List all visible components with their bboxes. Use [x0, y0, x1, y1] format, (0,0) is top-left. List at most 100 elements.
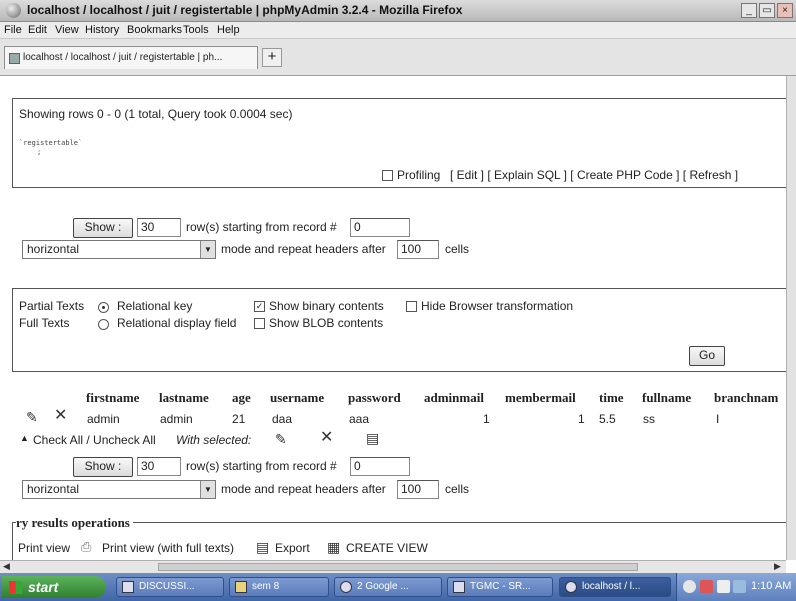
bulk-export-icon[interactable]: ▤ — [366, 431, 379, 445]
col-header-password[interactable]: password — [348, 390, 401, 406]
show-binary-checkbox[interactable]: ✓ — [254, 301, 265, 312]
cell-adminmail: 1 — [483, 412, 490, 426]
monitor-icon[interactable] — [733, 580, 746, 593]
cell-fullname: ss — [643, 412, 655, 426]
menu-bookmarks[interactable]: Bookmarks — [127, 24, 182, 36]
partial-texts-label: Partial Texts — [19, 299, 85, 313]
scroll-right-icon[interactable]: ▶ — [774, 561, 781, 572]
print-view-link[interactable]: Print view — [18, 541, 70, 555]
document-icon — [453, 581, 465, 593]
show-button-bottom[interactable]: Show : — [73, 457, 133, 477]
rows-per-page-input[interactable]: 30 — [137, 218, 181, 237]
windows-logo-icon — [9, 581, 22, 594]
menu-tools[interactable]: Tools — [183, 24, 209, 36]
chevron-down-icon: ▼ — [200, 481, 215, 498]
hide-transform-label: Hide Browser transformation — [421, 299, 574, 313]
show-button[interactable]: Show : — [73, 218, 133, 238]
cell-lastname: admin — [160, 412, 193, 426]
bulk-delete-x-icon[interactable]: ✕ — [320, 430, 333, 446]
minimize-button[interactable]: _ — [741, 3, 757, 18]
full-texts-label: Full Texts — [19, 316, 70, 330]
rows-label-bottom: row(s) starting from record # — [186, 459, 337, 473]
rows-label: row(s) starting from record # — [186, 220, 337, 234]
antivirus-icon[interactable] — [700, 580, 713, 593]
menu-history[interactable]: History — [85, 24, 119, 36]
taskbar-item-label: TGMC - SR... — [470, 581, 531, 592]
taskbar-item-sem8[interactable]: sem 8 — [229, 577, 329, 597]
col-header-branchname[interactable]: branchnam — [714, 390, 778, 406]
start-button[interactable]: start — [2, 576, 106, 598]
export-link[interactable]: Export — [275, 541, 310, 555]
mode-label: mode and repeat headers after — [221, 242, 386, 256]
chevron-down-icon: ▼ — [200, 241, 215, 258]
query-result-box: Showing rows 0 - 0 (1 total, Query took … — [12, 98, 786, 188]
browser-icon — [340, 581, 352, 593]
menu-view[interactable]: View — [55, 24, 79, 36]
network-icon[interactable] — [683, 580, 696, 593]
taskbar-item-tgmc[interactable]: TGMC - SR... — [447, 577, 553, 597]
horizontal-scrollbar[interactable]: ◀ ▶ — [0, 560, 786, 573]
hide-transform-checkbox[interactable] — [406, 301, 417, 312]
repeat-headers-input[interactable]: 100 — [397, 240, 439, 259]
show-blob-checkbox[interactable] — [254, 318, 265, 329]
bulk-edit-pencil-icon[interactable]: ✎ — [275, 432, 287, 446]
tab-registertable[interactable]: localhost / localhost / juit / registert… — [4, 46, 258, 69]
taskbar-item-label: sem 8 — [252, 581, 280, 592]
repeat-headers-input-bottom[interactable]: 100 — [397, 480, 439, 499]
cell-membermail: 1 — [578, 412, 585, 426]
cell-time: 5.5 — [599, 412, 616, 426]
menu-bar: File Edit View History Bookmarks Tools H… — [0, 22, 796, 39]
rows-per-page-input-bottom[interactable]: 30 — [137, 457, 181, 476]
taskbar-item-discussion[interactable]: DISCUSSI... — [116, 577, 224, 597]
start-label: start — [28, 579, 59, 595]
print-icon: ⎙ — [81, 539, 92, 554]
taskbar-item-google[interactable]: 2 Google ... — [334, 577, 442, 597]
menu-edit[interactable]: Edit — [28, 24, 47, 36]
vertical-scrollbar[interactable] — [786, 76, 796, 560]
create-view-link[interactable]: CREATE VIEW — [346, 541, 428, 555]
word-doc-icon — [122, 581, 134, 593]
menu-help[interactable]: Help — [217, 24, 240, 36]
col-header-membermail[interactable]: membermail — [505, 390, 576, 406]
go-button[interactable]: Go — [689, 346, 725, 366]
menu-file[interactable]: File — [4, 24, 22, 36]
taskbar-item-localhost[interactable]: localhost / l... — [559, 577, 671, 597]
phpmyadmin-favicon-icon — [9, 53, 20, 64]
restore-button[interactable]: ▭ — [759, 3, 775, 18]
start-record-input-bottom[interactable]: 0 — [350, 457, 410, 476]
relational-key-radio[interactable] — [98, 302, 109, 313]
col-header-adminmail[interactable]: adminmail — [424, 390, 484, 406]
profiling-label: Profiling — [397, 168, 441, 182]
new-tab-button[interactable]: + — [262, 48, 282, 67]
scrollbar-thumb[interactable] — [158, 563, 638, 571]
delete-x-icon[interactable]: ✕ — [54, 408, 67, 424]
window-title: localhost / localhost / juit / registert… — [27, 3, 463, 17]
volume-icon[interactable] — [717, 580, 730, 593]
col-header-fullname[interactable]: fullname — [642, 390, 691, 406]
display-mode-value: horizontal — [27, 242, 80, 256]
profiling-checkbox[interactable] — [382, 170, 393, 181]
col-header-time[interactable]: time — [599, 390, 624, 406]
show-binary-label: Show binary contents — [269, 299, 384, 313]
display-mode-select[interactable]: horizontal ▼ — [22, 240, 216, 259]
close-button[interactable]: × — [777, 3, 793, 18]
start-record-input[interactable]: 0 — [350, 218, 410, 237]
with-selected-label: With selected: — [176, 433, 252, 447]
check-all-link[interactable]: Check All / Uncheck All — [33, 433, 156, 447]
edit-pencil-icon[interactable]: ✎ — [26, 410, 38, 424]
tab-label: localhost / localhost / juit / registert… — [23, 52, 223, 63]
taskbar: start DISCUSSI... sem 8 2 Google ... TGM… — [0, 573, 796, 601]
col-header-lastname[interactable]: lastname — [159, 390, 209, 406]
col-header-firstname[interactable]: firstname — [86, 390, 139, 406]
col-header-username[interactable]: username — [270, 390, 324, 406]
create-view-icon: ▦ — [327, 539, 341, 555]
col-header-age[interactable]: age — [232, 390, 251, 406]
print-view-full-link[interactable]: Print view (with full texts) — [102, 541, 234, 555]
sql-text: `registertable` — [19, 139, 83, 147]
relational-display-radio[interactable] — [98, 319, 109, 330]
display-mode-select-bottom[interactable]: horizontal ▼ — [22, 480, 216, 499]
scroll-left-icon[interactable]: ◀ — [3, 561, 10, 572]
window-titlebar: localhost / localhost / juit / registert… — [0, 0, 796, 22]
query-action-links[interactable]: [ Edit ] [ Explain SQL ] [ Create PHP Co… — [450, 168, 738, 182]
cell-branchname: I — [716, 412, 720, 426]
